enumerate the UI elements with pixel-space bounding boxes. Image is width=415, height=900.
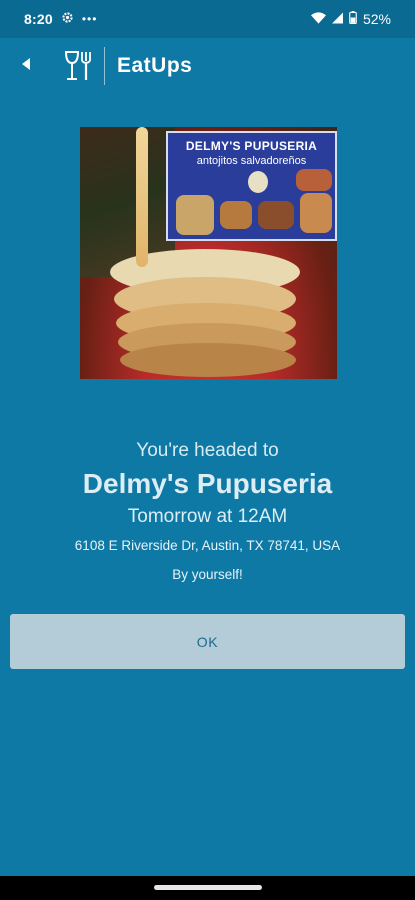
party-size: By yourself! (172, 567, 243, 582)
pupusa-image (120, 343, 296, 377)
restaurant-address: 6108 E Riverside Dr, Austin, TX 78741, U… (74, 538, 341, 553)
restaurant-photo: DELMY'S PUPUSERIA antojitos salvadoreños (80, 127, 337, 379)
status-time: 8:20 (24, 11, 53, 27)
sign-photo (258, 201, 294, 229)
restaurant-name: Delmy's Pupuseria (82, 468, 333, 499)
wifi-icon (310, 11, 326, 27)
sign-subtitle: antojitos salvadoreños (196, 155, 307, 167)
navigation-bar (0, 876, 415, 900)
app-title: EatUps (117, 54, 193, 77)
battery-percent: 52% (362, 11, 391, 27)
signal-icon (331, 11, 343, 27)
cheese-pull (136, 127, 148, 267)
reservation-time: Tomorrow at 12AM (127, 506, 288, 527)
sign-title: DELMY'S PUPUSERIA (185, 139, 318, 153)
app-bar: EatUps (0, 38, 415, 94)
glass-fork-icon (64, 50, 94, 82)
back-button[interactable] (0, 38, 52, 94)
ok-button[interactable]: OK (10, 614, 405, 669)
logo-divider (104, 47, 105, 85)
back-arrow-icon (21, 57, 31, 75)
home-gesture-handle[interactable] (154, 885, 262, 890)
settings-gear-icon (61, 11, 74, 27)
sign-photo (176, 195, 214, 235)
notification-dots: ••• (81, 12, 98, 26)
sign-photo (296, 169, 332, 191)
flag-emblem-icon (248, 171, 268, 193)
sign-photo (300, 193, 332, 233)
headed-to-label: You're headed to (136, 440, 279, 461)
sign-photo (220, 201, 252, 229)
restaurant-sign: DELMY'S PUPUSERIA antojitos salvadoreños (166, 131, 337, 241)
battery-icon (349, 11, 357, 27)
status-bar: 8:20 ••• 52% (0, 0, 415, 38)
